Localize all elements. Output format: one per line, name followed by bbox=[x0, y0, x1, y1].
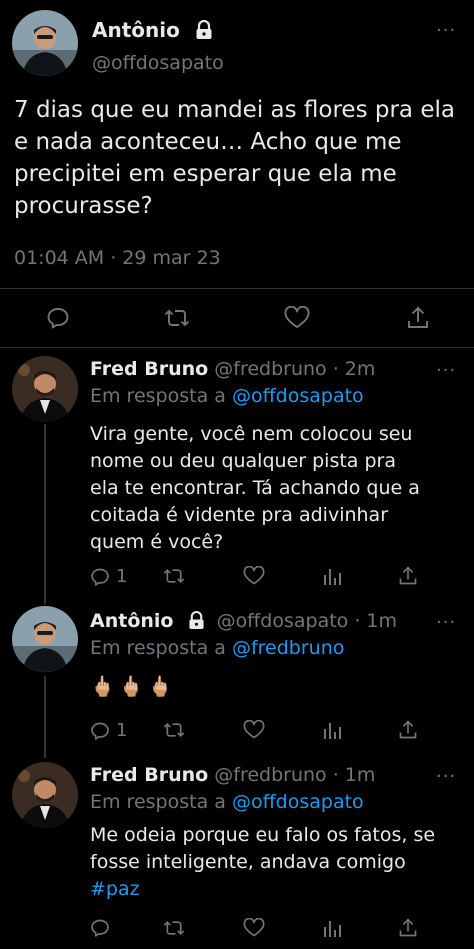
more-horizontal-icon[interactable]: ··· bbox=[436, 766, 456, 787]
reply-button[interactable]: 1 bbox=[90, 720, 127, 741]
more-horizontal-icon[interactable]: ··· bbox=[436, 360, 456, 381]
like-button[interactable] bbox=[243, 566, 265, 586]
share-button[interactable] bbox=[398, 719, 418, 741]
tweet-timestamp: 01:04 AM · 29 mar 23 bbox=[14, 247, 221, 269]
lock-icon bbox=[188, 611, 205, 635]
reply-prefix: Em resposta a bbox=[90, 385, 226, 407]
more-horizontal-icon[interactable]: ··· bbox=[436, 612, 456, 633]
hashtag-link[interactable]: #paz bbox=[90, 878, 140, 900]
avatar[interactable] bbox=[12, 606, 78, 672]
author-name[interactable]: Antônio bbox=[92, 18, 180, 42]
retweet-icon bbox=[164, 309, 190, 327]
reply-count: 1 bbox=[116, 566, 128, 587]
analytics-icon bbox=[324, 921, 341, 937]
avatar[interactable] bbox=[12, 356, 78, 422]
reply-prefix: Em resposta a bbox=[90, 637, 226, 659]
like-button[interactable] bbox=[243, 918, 265, 938]
reply-button[interactable] bbox=[90, 918, 110, 938]
share-icon bbox=[399, 918, 417, 937]
divider bbox=[0, 288, 474, 289]
reply-to-link[interactable]: @offdosapato bbox=[232, 791, 364, 813]
reply-count: 1 bbox=[116, 720, 128, 741]
share-icon bbox=[399, 720, 417, 739]
analytics-button[interactable] bbox=[322, 918, 342, 938]
share-button[interactable] bbox=[406, 305, 430, 331]
lock-icon bbox=[195, 19, 213, 45]
retweet-button[interactable] bbox=[163, 720, 185, 740]
retweet-icon bbox=[163, 722, 185, 738]
analytics-icon bbox=[324, 569, 341, 585]
tweet-text: Me odeia porque eu falo os fatos, se fos… bbox=[90, 822, 440, 903]
like-icon bbox=[243, 566, 265, 585]
tweet-text-body: Me odeia porque eu falo os fatos, se fos… bbox=[90, 824, 436, 873]
tweet-time: · 1m bbox=[332, 764, 376, 786]
thread-connector bbox=[44, 676, 46, 758]
author-handle[interactable]: @fredbruno bbox=[214, 764, 326, 786]
author-handle[interactable]: @offdosapato bbox=[217, 610, 349, 632]
like-icon bbox=[284, 306, 310, 328]
retweet-icon bbox=[163, 568, 185, 584]
analytics-button[interactable] bbox=[322, 566, 342, 586]
reply-button[interactable]: 1 bbox=[90, 566, 127, 587]
reply-to-link[interactable]: @offdosapato bbox=[232, 385, 364, 407]
avatar[interactable] bbox=[12, 10, 78, 76]
like-button[interactable] bbox=[284, 306, 310, 330]
reply-to-link[interactable]: @fredbruno bbox=[232, 637, 344, 659]
more-horizontal-icon[interactable]: ··· bbox=[436, 20, 456, 41]
author-handle[interactable]: @fredbruno bbox=[214, 358, 326, 380]
reply-icon bbox=[91, 568, 109, 586]
author-name[interactable]: Fred Bruno bbox=[90, 764, 208, 786]
divider bbox=[0, 347, 474, 348]
tweet-time: · 1m bbox=[354, 610, 398, 632]
retweet-button[interactable] bbox=[164, 306, 190, 330]
tweet-text: 🖕🏼🖕🏼🖕🏼 bbox=[90, 674, 177, 698]
share-button[interactable] bbox=[398, 917, 418, 939]
tweet-text: 7 dias que eu mandei as flores pra ela e… bbox=[14, 97, 455, 219]
like-icon bbox=[243, 918, 265, 937]
author-handle[interactable]: @offdosapato bbox=[92, 52, 224, 74]
share-button[interactable] bbox=[398, 565, 418, 587]
analytics-button[interactable] bbox=[322, 720, 342, 740]
retweet-button[interactable] bbox=[163, 566, 185, 586]
share-icon bbox=[399, 566, 417, 585]
thread-connector bbox=[44, 424, 46, 604]
like-button[interactable] bbox=[243, 720, 265, 740]
tweet-time: · 2m bbox=[332, 358, 376, 380]
analytics-icon bbox=[324, 723, 341, 739]
retweet-icon bbox=[163, 920, 185, 936]
reply-icon bbox=[91, 919, 109, 937]
retweet-button[interactable] bbox=[163, 918, 185, 938]
reply-prefix: Em resposta a bbox=[90, 791, 226, 813]
like-icon bbox=[243, 720, 265, 739]
reply-icon bbox=[91, 722, 109, 740]
tweet-text: Vira gente, você nem colocou seu nome ou… bbox=[90, 423, 420, 553]
reply-icon bbox=[47, 308, 69, 329]
share-icon bbox=[408, 306, 428, 328]
author-name[interactable]: Antônio bbox=[90, 610, 173, 632]
avatar[interactable] bbox=[12, 762, 78, 828]
author-name[interactable]: Fred Bruno bbox=[90, 358, 208, 380]
reply-button[interactable] bbox=[46, 306, 70, 330]
